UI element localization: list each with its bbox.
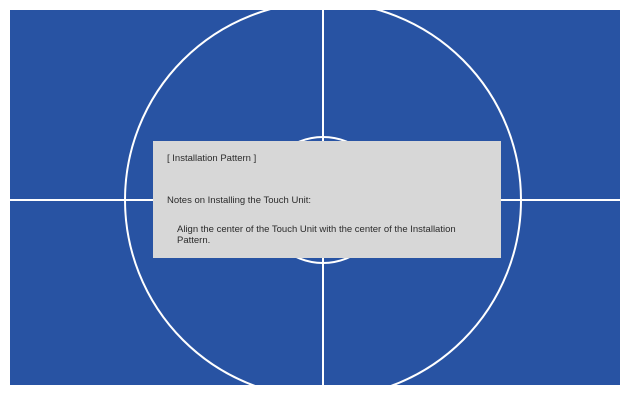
notes-body-text: Align the center of the Touch Unit with … <box>177 224 456 246</box>
screen-frame: [ Installation Pattern ] Notes on Instal… <box>0 0 627 394</box>
notes-heading: Notes on Installing the Touch Unit: <box>167 195 311 206</box>
notes-title: [ Installation Pattern ] <box>167 153 257 164</box>
installation-notes-panel: [ Installation Pattern ] Notes on Instal… <box>153 141 501 258</box>
